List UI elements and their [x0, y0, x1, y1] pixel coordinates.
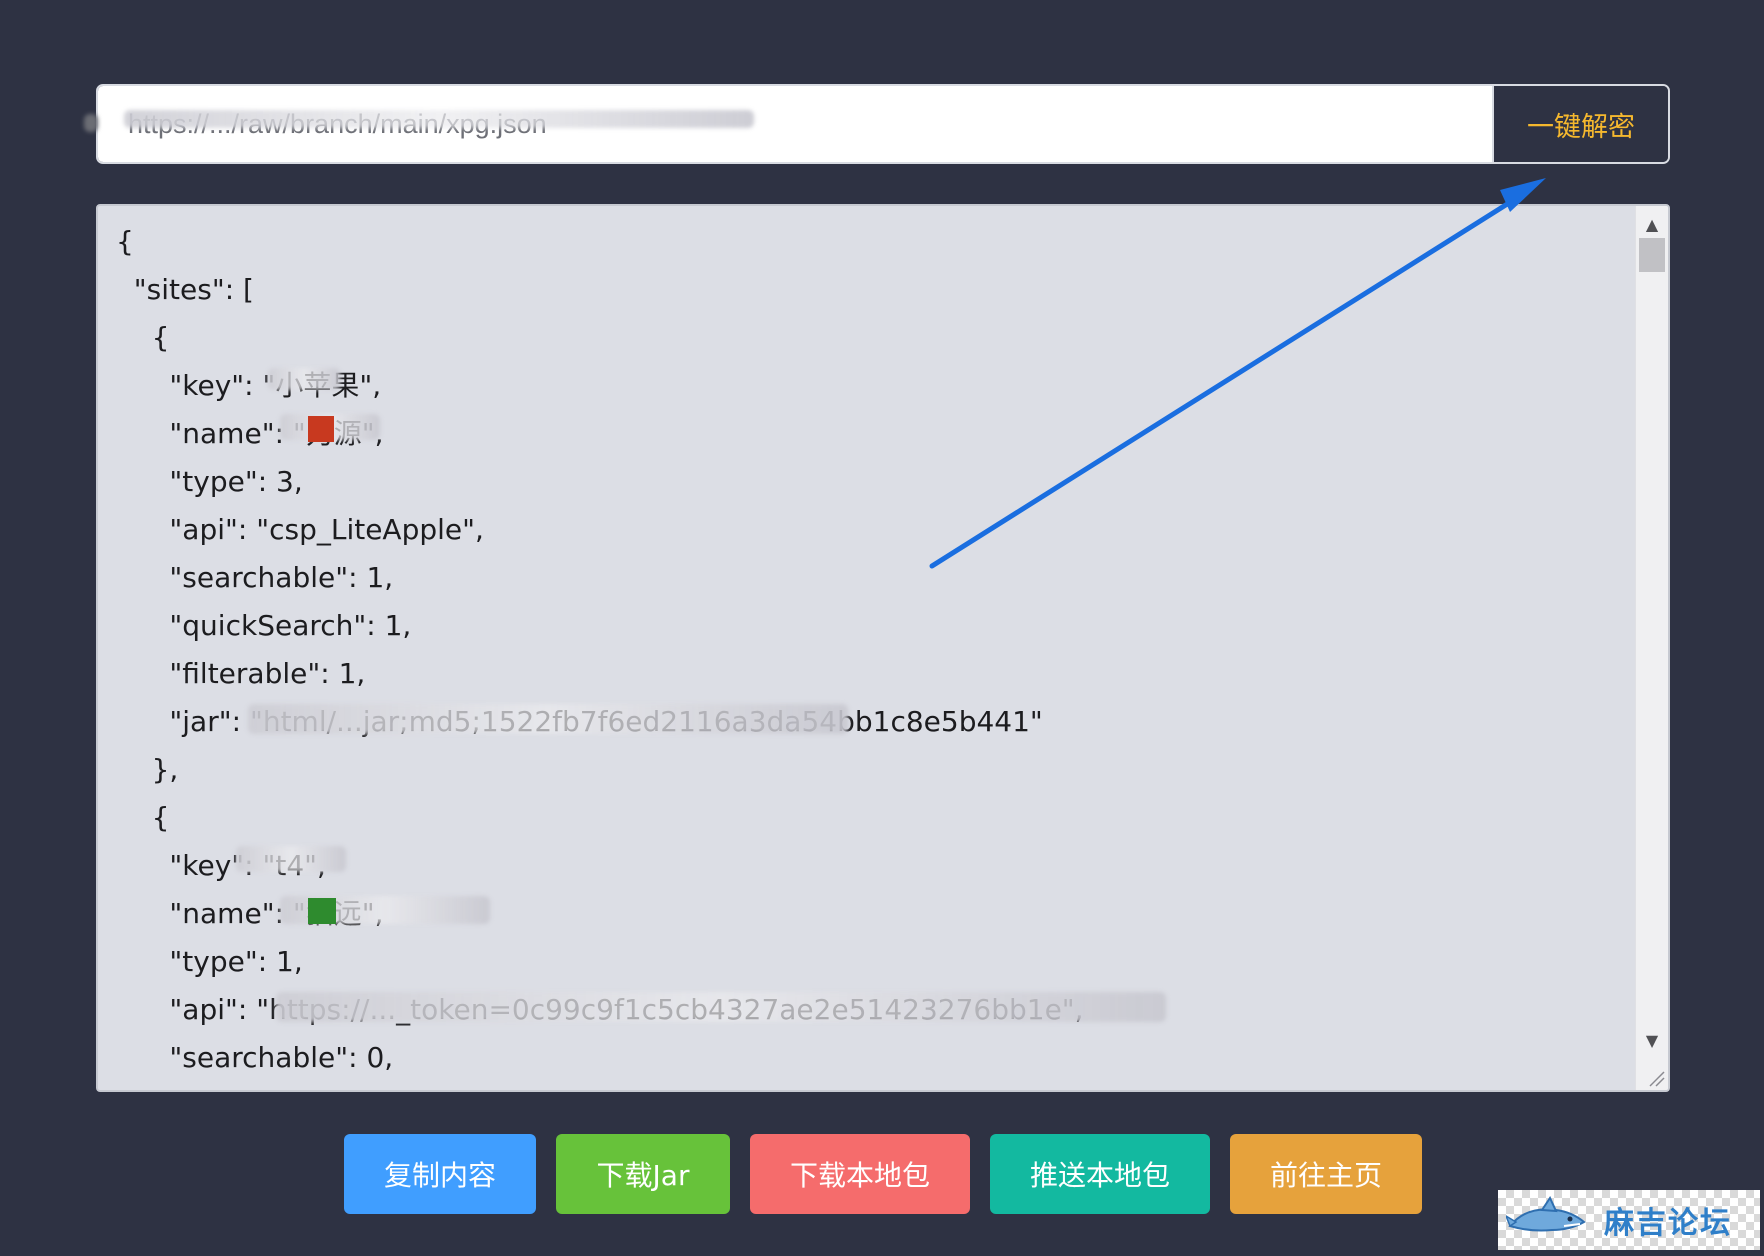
green-pixel-mask — [308, 898, 336, 924]
json-line: { — [116, 225, 134, 258]
blur-mask-api2 — [276, 992, 1166, 1022]
json-line: "filterable": 1, — [116, 657, 366, 690]
go-home-button[interactable]: 前往主页 — [1230, 1134, 1422, 1214]
json-line: "quickSearch": 1, — [116, 609, 412, 642]
json-line: { — [116, 801, 170, 834]
download-local-package-button[interactable]: 下载本地包 — [750, 1134, 970, 1214]
watermark-text: 麻吉论坛 — [1604, 1206, 1732, 1241]
json-line: "type": 3, — [116, 465, 303, 498]
blur-mask-key1 — [268, 368, 340, 390]
scroll-thumb[interactable] — [1639, 238, 1665, 272]
resize-handle-icon[interactable] — [1644, 1066, 1666, 1088]
download-jar-button[interactable]: 下载Jar — [556, 1134, 730, 1214]
scroll-up-arrow-icon[interactable]: ▲ — [1636, 210, 1668, 238]
json-line: "key": "小苹果", — [116, 369, 382, 402]
json-line: "sites": [ — [116, 273, 254, 306]
scroll-down-arrow-icon[interactable]: ▼ — [1636, 1026, 1668, 1054]
json-textarea[interactable]: { "sites": [ { "key": "小苹果", "name": "力源… — [96, 204, 1670, 1092]
json-line: "type": 1, — [116, 945, 303, 978]
forum-watermark: 麻吉论坛 — [1498, 1190, 1760, 1250]
page: 一键解密 { "sites": [ { "key": "小苹果", "name"… — [0, 0, 1764, 1256]
shark-logo-icon — [1506, 1196, 1586, 1232]
copy-content-button[interactable]: 复制内容 — [344, 1134, 536, 1214]
red-pixel-mask — [308, 416, 334, 442]
json-line: "searchable": 1, — [116, 561, 394, 594]
push-local-package-button[interactable]: 推送本地包 — [990, 1134, 1210, 1214]
decrypt-button[interactable]: 一键解密 — [1492, 86, 1668, 162]
json-line: { — [116, 321, 170, 354]
json-content: { "sites": [ { "key": "小苹果", "name": "力源… — [98, 206, 1668, 1090]
json-line: "searchable": 0, — [116, 1041, 394, 1074]
blur-mask-key2 — [236, 846, 346, 872]
blur-mask-jar1 — [248, 704, 848, 734]
url-blur-mask — [124, 110, 754, 128]
json-line: "api": "csp_LiteApple", — [116, 513, 484, 546]
json-line: "quickSearch": 0, — [116, 1089, 411, 1090]
json-line: }, — [116, 753, 179, 786]
url-blur-mask-2 — [84, 114, 98, 132]
vertical-scrollbar[interactable]: ▲ ▼ — [1635, 206, 1668, 1090]
